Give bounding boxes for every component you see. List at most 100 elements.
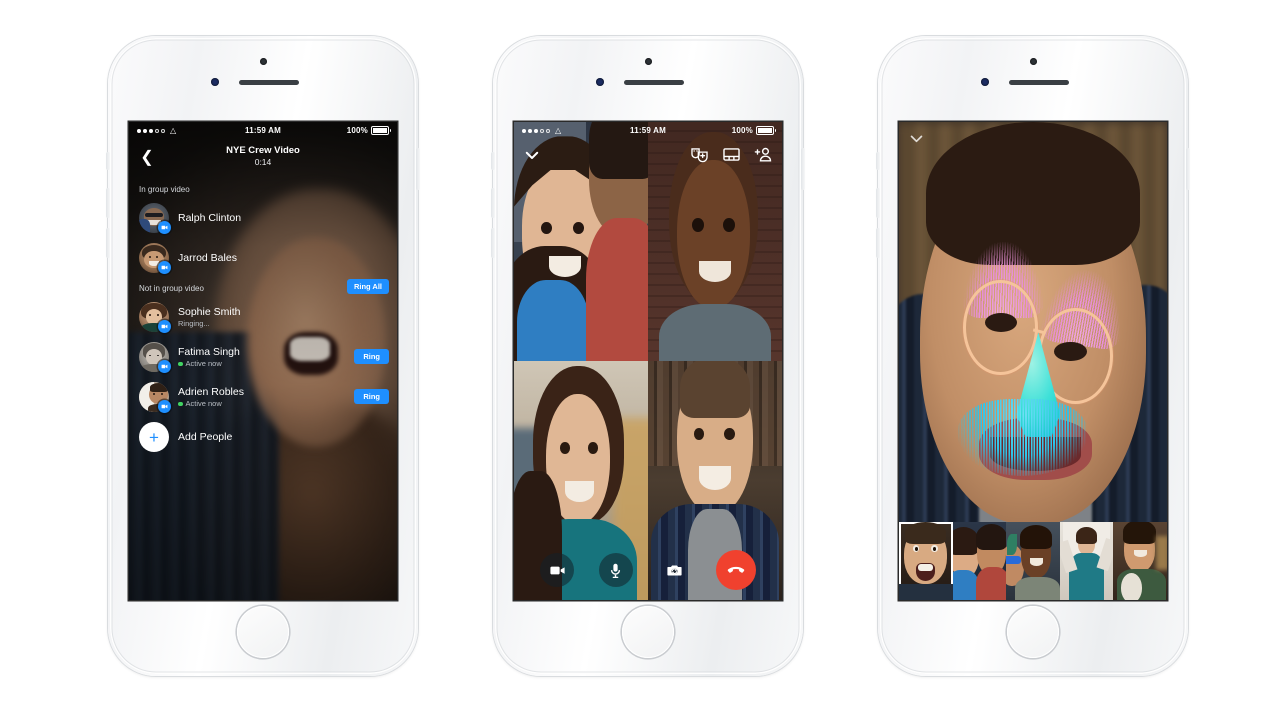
microphone-icon [611, 563, 621, 578]
battery-full-icon [756, 126, 776, 135]
video-camera-badge [158, 360, 171, 373]
avatar [139, 382, 171, 413]
navigation-bar-1: ❮ NYE Crew Video 0:14 [129, 139, 397, 179]
status-text: Active now [185, 359, 222, 369]
ring-all-button[interactable]: Ring All [346, 279, 389, 294]
chevron-down-icon[interactable] [523, 146, 541, 164]
phone-device-3 [876, 36, 1190, 676]
phone-screen-1: △ 11:59 AM 100% ❮ NYE Crew Video 0:14 In… [129, 122, 397, 600]
camera-flip-icon [667, 565, 682, 575]
mute-switch[interactable] [491, 152, 495, 170]
glasses-left-filter [963, 279, 1039, 376]
layout-switch-icon[interactable] [722, 145, 741, 164]
section-label: Not in group video [139, 284, 204, 293]
earpiece-speaker-icon [239, 80, 299, 85]
active-now-dot-icon [178, 361, 183, 367]
video-camera-badge [158, 221, 171, 234]
home-button-icon[interactable] [1007, 606, 1059, 658]
signal-strength-icon: △ [137, 125, 177, 135]
add-person-icon[interactable] [754, 145, 773, 164]
ring-button[interactable]: Ring [354, 389, 389, 404]
status-text: Active now [185, 399, 222, 409]
proximity-sensor-icon [981, 78, 989, 86]
microphone-button[interactable] [598, 553, 633, 587]
status-text: Ringing... [178, 319, 210, 329]
proximity-sensor-icon [211, 78, 219, 86]
signal-strength-icon: △ [522, 126, 561, 135]
volume-up-button[interactable] [106, 188, 110, 218]
filmstrip-thumb-couple[interactable] [952, 522, 1007, 600]
section-header-in-group-video: In group video [129, 179, 397, 198]
home-button-icon[interactable] [622, 606, 674, 658]
participant-status: Active now [178, 359, 240, 368]
add-people-label: Add People [178, 430, 233, 443]
battery-full-icon [371, 126, 391, 135]
phone-screen-3 [899, 122, 1167, 600]
avatar [139, 302, 171, 333]
front-camera-icon [644, 58, 652, 65]
active-now-dot-icon [178, 401, 183, 407]
section-header-not-in-group-video: Not in group video Ring All [129, 278, 397, 297]
earpiece-speaker-icon [1009, 80, 1069, 85]
add-people-row[interactable]: + Add People [129, 417, 397, 457]
mute-switch[interactable] [876, 152, 880, 170]
earpiece-speaker-icon [624, 80, 684, 85]
home-button-icon[interactable] [237, 606, 289, 658]
status-bar-2: △ 11:59 AM 100% [514, 122, 782, 139]
participant-row-fatima-singh[interactable]: Fatima Singh Active now Ring [129, 337, 397, 377]
phone-screen-2: △ 11:59 AM 100% [514, 122, 782, 600]
screenshot-stage: △ 11:59 AM 100% ❮ NYE Crew Video 0:14 In… [0, 0, 1280, 720]
participant-name: Fatima Singh [178, 345, 240, 358]
avatar [139, 203, 171, 234]
power-button[interactable] [801, 148, 805, 190]
avatar [139, 243, 171, 274]
chevron-down-icon[interactable] [908, 130, 925, 147]
battery-percent-label: 100% [346, 126, 368, 135]
participant-name: Sophie Smith [178, 305, 241, 318]
call-timer: 0:14 [254, 157, 272, 167]
filmstrip-thumb-self-view[interactable] [899, 522, 953, 600]
volume-down-button[interactable] [106, 228, 110, 258]
volume-down-button[interactable] [876, 228, 880, 258]
ring-button[interactable]: Ring [354, 349, 389, 364]
volume-up-button[interactable] [491, 188, 495, 218]
participant-status: Active now [178, 399, 244, 408]
front-camera-icon [259, 58, 267, 65]
phone-device-2: △ 11:59 AM 100% [491, 36, 805, 676]
filmstrip-thumb-woman-cheering[interactable] [1059, 522, 1114, 600]
call-top-bar [514, 139, 782, 173]
participant-name: Jarrod Bales [178, 251, 237, 264]
section-label: In group video [139, 185, 190, 194]
participant-row-ralph-clinton[interactable]: Ralph Clinton [129, 198, 397, 238]
volume-up-button[interactable] [876, 188, 880, 218]
video-grid [514, 122, 782, 600]
power-button[interactable] [416, 148, 420, 190]
filmstrip-thumb-friends-with-glasses[interactable] [1006, 522, 1060, 600]
call-controls [514, 550, 782, 590]
participant-row-adrien-robles[interactable]: Adrien Robles Active now Ring [129, 377, 397, 417]
power-button[interactable] [1186, 148, 1190, 190]
participants-list: In group video Ralph Clinton Jarrod Bale… [129, 179, 397, 457]
filtered-video-view[interactable] [899, 122, 1167, 600]
participant-filmstrip [899, 522, 1167, 600]
participant-name: Adrien Robles [178, 385, 244, 398]
wifi-icon: △ [170, 125, 177, 135]
masks-effects-icon[interactable] [690, 145, 709, 164]
participant-row-sophie-smith[interactable]: Sophie Smith Ringing... [129, 297, 397, 337]
top-actions [690, 145, 773, 164]
participant-row-jarrod-bales[interactable]: Jarrod Bales [129, 238, 397, 278]
video-camera-badge [158, 320, 171, 333]
end-call-button[interactable] [715, 550, 756, 590]
video-camera-badge [158, 261, 171, 274]
plus-icon: + [139, 422, 169, 452]
camera-flip-button[interactable] [657, 553, 691, 587]
video-camera-button[interactable] [540, 553, 575, 587]
proximity-sensor-icon [596, 78, 604, 86]
avatar [139, 342, 171, 373]
phone-device-1: △ 11:59 AM 100% ❮ NYE Crew Video 0:14 In… [106, 36, 420, 676]
volume-down-button[interactable] [491, 228, 495, 258]
filmstrip-thumb-man-with-dog[interactable] [1113, 522, 1167, 600]
mustache-filter [957, 399, 1087, 476]
mute-switch[interactable] [106, 152, 110, 170]
front-camera-icon [1029, 58, 1037, 65]
